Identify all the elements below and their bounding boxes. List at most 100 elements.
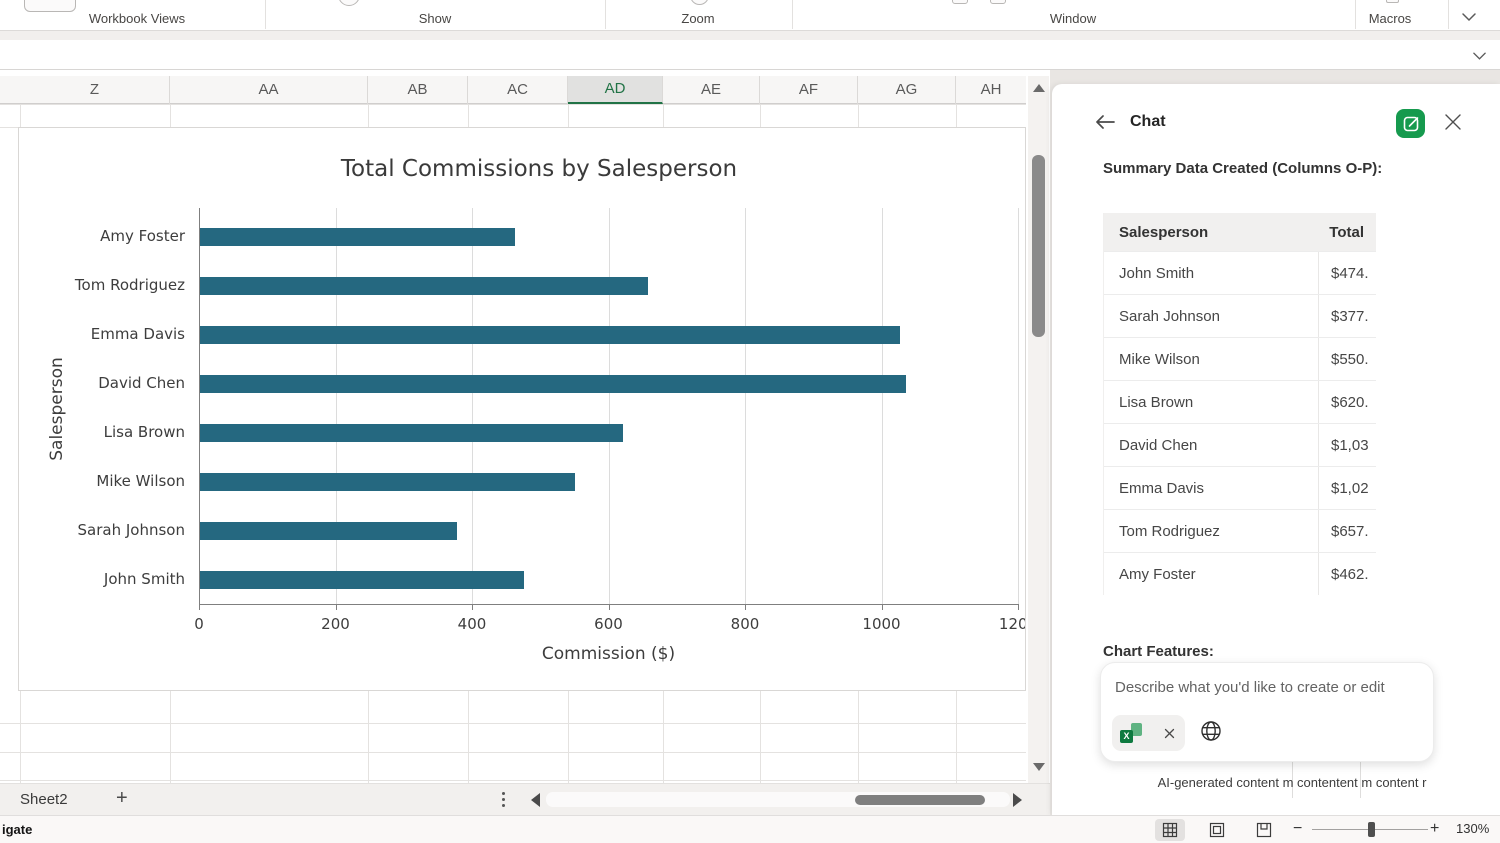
column-header-ah[interactable]: AH — [956, 76, 1026, 104]
salesperson-total: $377. — [1318, 295, 1376, 337]
sheet-tab-sheet2[interactable]: Sheet2 — [20, 791, 68, 808]
salesperson-total: $620. — [1318, 381, 1376, 423]
remove-context-icon[interactable] — [1164, 728, 1175, 739]
bar-john-smith — [200, 571, 524, 589]
salesperson-name: Mike Wilson — [1104, 351, 1318, 368]
chat-input[interactable] — [1115, 675, 1415, 699]
vertical-scrollbar-thumb[interactable] — [1032, 155, 1045, 337]
ribbon-collapse-chevron-icon[interactable] — [1461, 9, 1477, 27]
worksheet-grid[interactable]: Z AA AB AC AD AE AF AG AH Total Commissi… — [0, 70, 1050, 783]
bar-emma-davis — [200, 326, 900, 344]
bar-tom-rodriguez — [200, 277, 648, 295]
zoom-percentage[interactable]: 130% — [1456, 821, 1489, 836]
formula-bar[interactable] — [0, 40, 1500, 70]
category-label: John Smith — [19, 570, 185, 588]
commissions-chart[interactable]: Total Commissions by Salesperson02004006… — [18, 127, 1026, 691]
salesperson-name: Lisa Brown — [1104, 394, 1318, 411]
scroll-right-arrow[interactable] — [1013, 793, 1022, 807]
y-axis-label: Salesperson — [47, 357, 67, 461]
category-label: David Chen — [19, 374, 185, 392]
column-header-ad-selected[interactable]: AD — [568, 76, 663, 104]
summary-table-row: Tom Rodriguez$657. — [1104, 509, 1376, 552]
window-group-icon-partial — [952, 0, 968, 4]
salesperson-name: John Smith — [1104, 265, 1318, 282]
column-header-ag[interactable]: AG — [858, 76, 956, 104]
summary-table-row: Emma Davis$1,02 — [1104, 466, 1376, 509]
zoom-group-icon-partial — [690, 0, 709, 5]
x-tick-label: 0 — [169, 615, 229, 633]
category-label: Sarah Johnson — [19, 521, 185, 539]
summary-table-row: David Chen$1,03 — [1104, 423, 1376, 466]
category-label: Amy Foster — [19, 227, 185, 245]
ribbon: Workbook Views Show Zoom Window Macros — [0, 0, 1500, 31]
summary-table-header-total: Total — [1318, 213, 1376, 251]
close-panel-icon[interactable] — [1444, 113, 1464, 133]
column-header-af[interactable]: AF — [760, 76, 858, 104]
x-tick-label: 200 — [306, 615, 366, 633]
column-header-aa[interactable]: AA — [170, 76, 368, 104]
page-break-preview-button[interactable] — [1249, 819, 1279, 841]
chart-title: Total Commissions by Salesperson — [239, 156, 839, 182]
x-axis-label: Commission ($) — [459, 644, 759, 664]
salesperson-total: $657. — [1318, 510, 1376, 552]
column-header-ab[interactable]: AB — [368, 76, 468, 104]
ai-disclaimer-text: AI-generated content m contentent m cont… — [1092, 775, 1492, 790]
salesperson-name: Tom Rodriguez — [1104, 523, 1318, 540]
column-header-ae[interactable]: AE — [663, 76, 760, 104]
sheet-options-dots-icon[interactable] — [502, 792, 505, 810]
salesperson-total: $474. — [1318, 252, 1376, 294]
status-bar: igate − + — [0, 815, 1500, 843]
salesperson-name: Amy Foster — [1104, 566, 1318, 583]
web-globe-icon[interactable] — [1199, 719, 1225, 745]
ribbon-lower-strip — [0, 31, 1500, 40]
summary-table-row: Sarah Johnson$377. — [1104, 294, 1376, 337]
macros-group-icon-partial — [1386, 0, 1399, 3]
zoom-in-plus-button[interactable]: + — [1430, 820, 1439, 838]
chat-input-card: X — [1100, 662, 1434, 762]
summary-table-row: John Smith$474. — [1104, 251, 1376, 294]
vertical-scrollbar[interactable] — [1028, 76, 1049, 783]
scroll-left-arrow[interactable] — [531, 793, 540, 807]
summary-table-header-salesperson: Salesperson — [1104, 224, 1318, 241]
x-tick-label: 1000 — [852, 615, 912, 633]
ribbon-group-window: Window — [993, 11, 1153, 27]
summary-table-row: Lisa Brown$620. — [1104, 380, 1376, 423]
add-sheet-button[interactable]: + — [116, 787, 128, 810]
salesperson-total: $550. — [1318, 338, 1376, 380]
window-group-icon-partial — [990, 0, 1006, 4]
bar-lisa-brown — [200, 424, 623, 442]
horizontal-scrollbar-thumb[interactable] — [855, 795, 985, 805]
page-layout-view-button[interactable] — [1202, 819, 1232, 841]
scroll-down-arrow[interactable] — [1033, 763, 1045, 771]
workbook-context-chip[interactable]: X — [1112, 715, 1185, 751]
x-tick-label: 1200 — [988, 615, 1026, 633]
x-tick-label: 600 — [579, 615, 639, 633]
ribbon-group-zoom: Zoom — [618, 11, 778, 27]
summary-table-row: Mike Wilson$550. — [1104, 337, 1376, 380]
ribbon-group-workbook-views: Workbook Views — [57, 11, 217, 27]
summary-heading: Summary Data Created (Columns O-P): — [1103, 160, 1382, 177]
x-tick-label: 800 — [715, 615, 775, 633]
summary-table-header: Salesperson Total — [1104, 213, 1376, 251]
scroll-up-arrow[interactable] — [1033, 84, 1045, 92]
bar-sarah-johnson — [200, 522, 457, 540]
summary-table-row: Amy Foster$462. — [1104, 552, 1376, 595]
salesperson-total: $1,02 — [1318, 467, 1376, 509]
excel-app-window: Workbook Views Show Zoom Window Macros Z… — [0, 0, 1500, 843]
column-header-ac[interactable]: AC — [468, 76, 568, 104]
zoom-slider-thumb[interactable] — [1368, 822, 1375, 837]
column-header-z[interactable]: Z — [20, 76, 170, 104]
status-bar-left-text: igate — [2, 822, 32, 837]
copilot-chat-panel: Chat Summary Data Created (Columns O-P):… — [1052, 84, 1500, 815]
excel-workbook-icon: X — [1120, 723, 1142, 743]
chat-panel-title: Chat — [1130, 113, 1166, 131]
back-arrow-icon[interactable] — [1094, 113, 1116, 131]
new-chat-compose-button[interactable] — [1396, 109, 1425, 138]
ribbon-group-show: Show — [355, 11, 515, 27]
zoom-out-minus-button[interactable]: − — [1293, 820, 1302, 838]
salesperson-total: $462. — [1318, 553, 1376, 595]
formula-bar-expand-chevron-icon[interactable] — [1472, 48, 1487, 66]
column-headers: Z AA AB AC AD AE AF AG AH — [0, 76, 1026, 104]
salesperson-name: Emma Davis — [1104, 480, 1318, 497]
normal-view-button[interactable] — [1155, 819, 1185, 841]
